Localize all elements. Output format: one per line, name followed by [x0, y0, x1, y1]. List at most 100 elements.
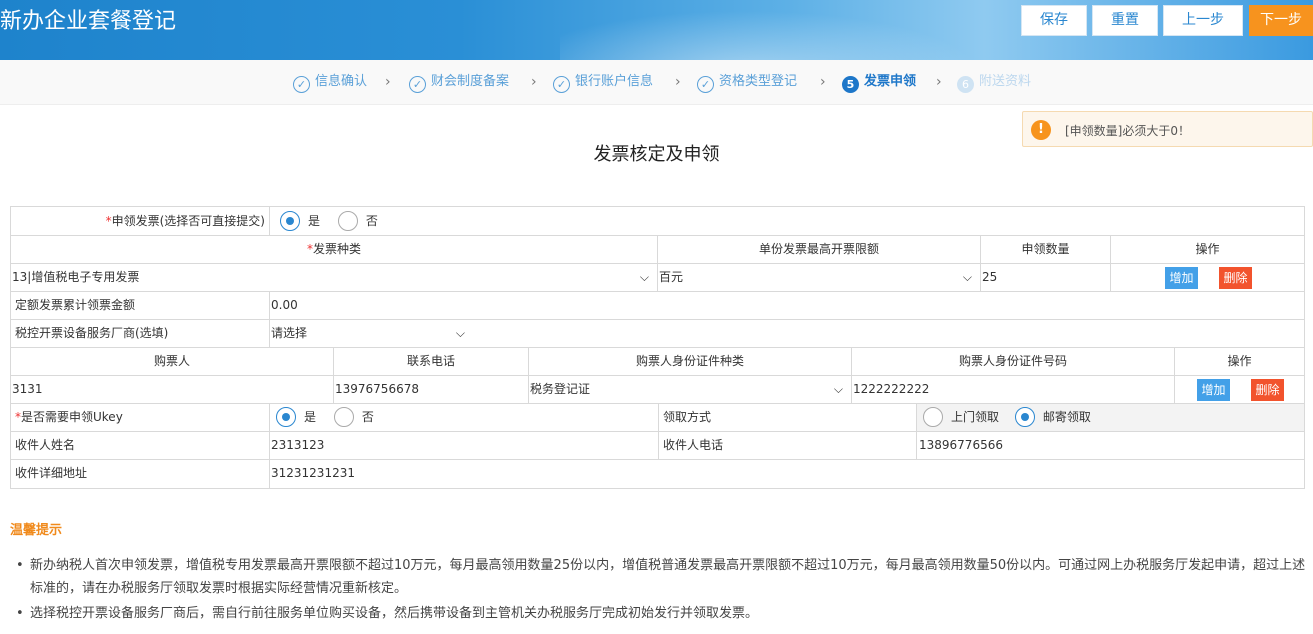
- step-number-icon: 6: [957, 76, 974, 93]
- radio-label: 上门领取: [951, 410, 1000, 424]
- select-value: 请选择: [271, 326, 308, 340]
- warning-icon: !: [1031, 120, 1051, 140]
- fixed-amount-input[interactable]: 0.00: [270, 292, 1304, 319]
- step-progress-bar: ✓ 信息确认 › ✓ 财会制度备案 › ✓ 银行账户信息 › ✓ 资格类型登记 › 5发…: [0, 60, 1313, 105]
- limit-select[interactable]: 百元 ⌵: [658, 264, 981, 291]
- check-circle-icon: ✓: [553, 76, 570, 93]
- ukey-label: 是否需要申领Ukey: [21, 410, 123, 424]
- step-accounting-filing[interactable]: ✓ 财会制度备案: [409, 72, 510, 93]
- buyer-table-header: 购票人 联系电话 购票人身份证件种类 购票人身份证件号码 操作: [10, 348, 1305, 376]
- chevron-right-icon: ›: [531, 74, 537, 90]
- recipient-address-label: 收件详细地址: [11, 460, 270, 488]
- chevron-down-icon: ⌵: [639, 270, 649, 284]
- header-banner: 新办企业套餐登记 保存 重置 上一步 下一步: [0, 0, 1313, 60]
- col-quantity: 申领数量: [981, 236, 1111, 263]
- id-type-select[interactable]: 税务登记证 ⌵: [529, 376, 852, 403]
- page-title: 新办企业套餐登记: [0, 9, 177, 34]
- table-row: 3131 13976756678 税务登记证 ⌵ 1222222222 增加 删…: [10, 376, 1305, 404]
- step-attachments: 6 附送资料: [957, 72, 1031, 93]
- apply-invoice-row: *申领发票(选择否可直接提交) 是 否: [10, 206, 1305, 236]
- check-circle-icon: ✓: [293, 76, 310, 93]
- form-title: 发票核定及申领: [593, 144, 720, 165]
- col-label: 发票种类: [312, 242, 361, 256]
- col-limit: 单份发票最高开票限额: [658, 236, 981, 263]
- add-buyer-button[interactable]: 增加: [1197, 379, 1230, 401]
- chevron-right-icon: ›: [820, 74, 826, 90]
- apply-invoice-options: 是 否: [270, 207, 1304, 235]
- recipient-name-input[interactable]: 2313123: [270, 432, 659, 459]
- tips-title: 温馨提示: [10, 523, 63, 538]
- step-label: 资格类型登记: [719, 74, 798, 89]
- check-circle-icon: ✓: [697, 76, 714, 93]
- table-row: 13|增值税电子专用发票 ⌵ 百元 ⌵ 25 增加 删除: [10, 264, 1305, 292]
- invoice-table-header: *发票种类 单份发票最高开票限额 申领数量 操作: [10, 236, 1305, 264]
- header-decoration: [560, 0, 1020, 60]
- prev-step-button[interactable]: 上一步: [1163, 5, 1243, 36]
- step-info-confirm[interactable]: ✓ 信息确认: [293, 72, 368, 93]
- fixed-amount-label: 定额发票累计领票金额: [11, 292, 270, 319]
- chevron-right-icon: ›: [675, 74, 681, 90]
- tip-text: 新办纳税人首次申领发票，增值税专用发票最高开票限额不超过10万元，每月最高领用数…: [30, 558, 1306, 596]
- list-item: • 选择税控开票设备服务厂商后，需自行前往服务单位购买设备，然后携带设备到主管机…: [16, 602, 1306, 625]
- fixed-amount-row: 定额发票累计领票金额 0.00: [10, 292, 1305, 320]
- apply-invoice-no-radio[interactable]: [337, 211, 358, 231]
- tip-text: 选择税控开票设备服务厂商后，需自行前往服务单位购买设备，然后携带设备到主管机关办…: [30, 606, 759, 621]
- id-number-input[interactable]: 1222222222: [852, 376, 1175, 403]
- reset-button[interactable]: 重置: [1092, 5, 1158, 36]
- delete-buyer-button[interactable]: 删除: [1251, 379, 1284, 401]
- step-label: 信息确认: [315, 74, 368, 89]
- col-buyer: 购票人: [11, 348, 334, 375]
- col-invoice-type: *发票种类: [11, 236, 658, 263]
- add-invoice-button[interactable]: 增加: [1165, 267, 1198, 289]
- invoice-actions-cell: 增加 删除: [1111, 264, 1304, 291]
- ukey-options: 是 否: [270, 404, 659, 431]
- delete-invoice-button[interactable]: 删除: [1219, 267, 1252, 289]
- step-qualification-type[interactable]: ✓ 资格类型登记: [697, 72, 798, 93]
- recipient-phone-input[interactable]: 13896776566: [917, 432, 1304, 459]
- save-button[interactable]: 保存: [1021, 5, 1087, 36]
- col-actions: 操作: [1195, 242, 1220, 256]
- buyer-input[interactable]: 3131: [11, 376, 334, 403]
- step-label: 财会制度备案: [431, 74, 510, 89]
- select-value: 百元: [659, 270, 684, 284]
- list-item: • 新办纳税人首次申领发票，增值税专用发票最高开票限额不超过10万元，每月最高领…: [16, 554, 1306, 600]
- pickup-label: 领取方式: [659, 404, 917, 431]
- ukey-row: *是否需要申领Ukey 是 否 领取方式 上门领取 邮寄领取: [10, 404, 1305, 432]
- radio-label: 否: [365, 214, 378, 228]
- col-phone: 联系电话: [334, 348, 529, 375]
- recipient-address-input[interactable]: 31231231231: [270, 460, 1304, 488]
- ukey-yes-radio[interactable]: [276, 407, 296, 427]
- apply-invoice-yes-radio[interactable]: [280, 211, 300, 231]
- col-id-number: 购票人身份证件号码: [852, 348, 1175, 375]
- radio-label: 是: [304, 410, 317, 424]
- step-number-icon: 5: [842, 76, 859, 93]
- vendor-select[interactable]: 请选择 ⌵: [271, 320, 467, 347]
- pickup-mail-radio[interactable]: [1014, 407, 1035, 427]
- quantity-input[interactable]: 25: [981, 264, 1111, 291]
- ukey-label-cell: *是否需要申领Ukey: [11, 404, 270, 431]
- step-invoice-application[interactable]: 5 发票申领: [842, 72, 917, 93]
- step-label: 银行账户信息: [575, 74, 654, 89]
- pickup-door-radio[interactable]: [923, 407, 943, 427]
- col-id-type: 购票人身份证件种类: [529, 348, 852, 375]
- step-label: 发票申领: [864, 74, 917, 89]
- recipient-name-label: 收件人姓名: [11, 432, 270, 459]
- bullet: •: [16, 606, 24, 621]
- vendor-cell: 请选择 ⌵: [270, 320, 1304, 347]
- chevron-down-icon: ⌵: [455, 326, 465, 340]
- radio-label: 否: [361, 410, 374, 424]
- radio-label: 是: [308, 214, 321, 228]
- radio-label: 邮寄领取: [1042, 410, 1091, 424]
- invoice-type-select[interactable]: 13|增值税电子专用发票 ⌵: [11, 264, 658, 291]
- step-bank-account[interactable]: ✓ 银行账户信息: [553, 72, 654, 93]
- select-value: 13|增值税电子专用发票: [12, 270, 140, 284]
- recipient-phone-label: 收件人电话: [659, 432, 917, 459]
- ukey-no-radio[interactable]: [333, 407, 354, 427]
- next-step-button[interactable]: 下一步: [1249, 5, 1313, 36]
- phone-input[interactable]: 13976756678: [334, 376, 529, 403]
- apply-invoice-label: 申领发票(选择否可直接提交): [111, 214, 265, 228]
- recipient-row: 收件人姓名 2313123 收件人电话 13896776566: [10, 432, 1305, 460]
- chevron-right-icon: ›: [385, 74, 391, 90]
- chevron-right-icon: ›: [936, 74, 942, 90]
- chevron-down-icon: ⌵: [833, 382, 843, 396]
